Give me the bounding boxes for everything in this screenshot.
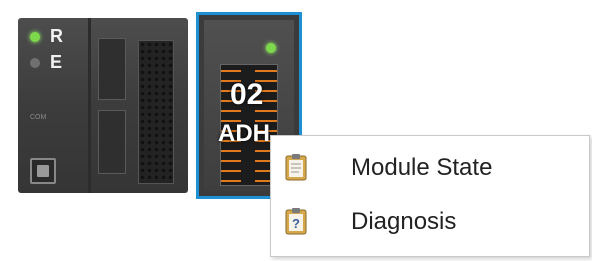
- menu-item-label: Diagnosis: [351, 208, 457, 235]
- error-led-label: E: [50, 52, 63, 72]
- menu-item-label: Module State: [351, 154, 493, 181]
- adh-status-led-icon: [266, 43, 276, 53]
- cpu-slot-lower: [98, 110, 126, 174]
- clipboard-icon: [285, 154, 307, 181]
- clipboard-question-icon: ?: [285, 208, 307, 235]
- adh-module-number: 02: [230, 78, 264, 111]
- run-led-label: R: [50, 26, 63, 46]
- cpu-divider: [88, 18, 91, 193]
- cpu-slot-upper: [98, 38, 126, 100]
- menu-item-module-state[interactable]: Module State: [271, 145, 589, 191]
- cpu-port-label: COM: [30, 114, 47, 121]
- adh-module-code: ADH: [218, 120, 270, 147]
- run-led-icon: [30, 32, 40, 42]
- menu-item-diagnosis[interactable]: ? Diagnosis: [271, 199, 589, 245]
- error-led-icon: [30, 58, 40, 68]
- svg-text:?: ?: [292, 216, 300, 231]
- context-menu: Module State ? Diagnosis: [270, 135, 590, 257]
- io-connector-icon: [138, 40, 174, 184]
- cpu-module[interactable]: R E COM: [18, 18, 188, 193]
- usb-port-icon: [30, 158, 56, 184]
